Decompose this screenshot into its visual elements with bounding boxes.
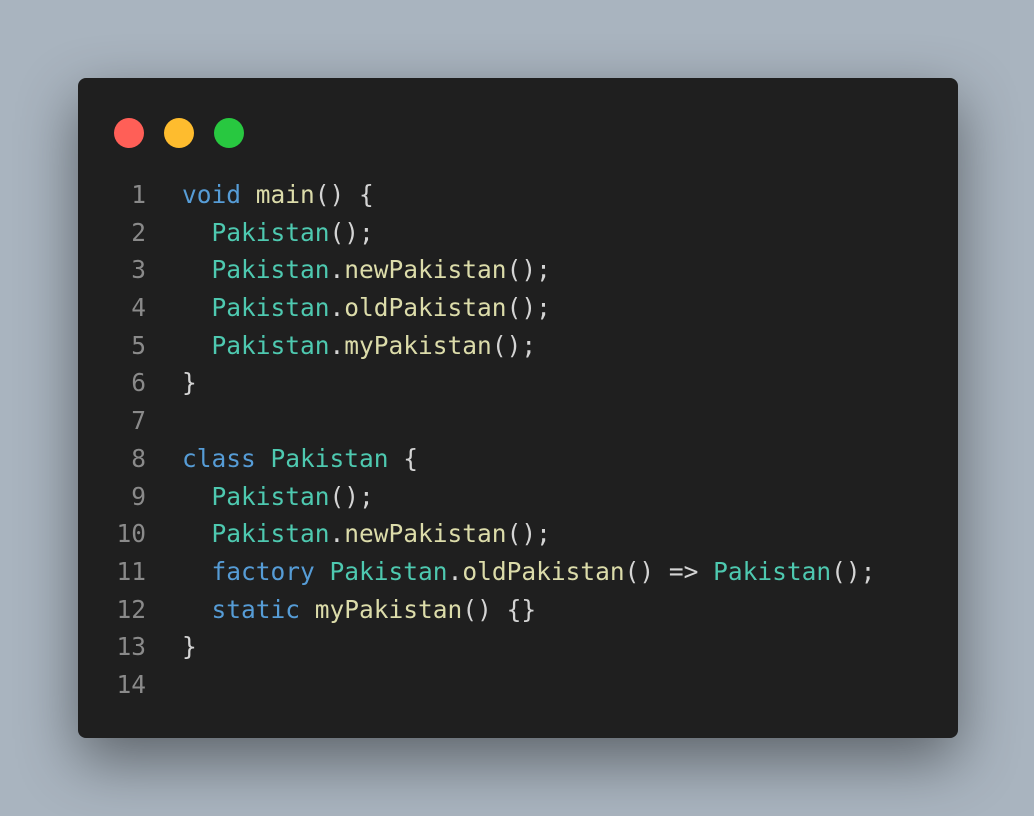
line-content (146, 666, 182, 704)
code-token-punctuation: () { (314, 180, 374, 209)
line-number: 5 (131, 330, 146, 360)
code-token-keyword: void (182, 180, 242, 209)
line-content: Pakistan.oldPakistan(); (146, 289, 551, 327)
line-number: 13 (116, 632, 146, 662)
code-token-function: oldPakistan (462, 556, 625, 586)
line-content: } (146, 364, 197, 402)
code-token-punctuation: (); (831, 556, 876, 586)
code-token-punctuation (182, 218, 212, 247)
line-number: 12 (116, 594, 146, 624)
code-token-function: myPakistan (314, 594, 463, 624)
code-token-function: newPakistan (344, 255, 507, 285)
code-token-punctuation (182, 595, 212, 624)
line-number: 14 (116, 669, 146, 699)
code-token-function: myPakistan (344, 330, 492, 360)
code-token-punctuation: (); (506, 255, 551, 285)
code-token-function: newPakistan (344, 519, 507, 549)
line-number: 2 (131, 217, 146, 247)
line-number: 6 (131, 368, 146, 398)
code-token-punctuation (182, 519, 212, 548)
code-token-type: Pakistan (211, 481, 330, 511)
window-controls (114, 118, 244, 148)
code-token-punctuation: . (329, 519, 345, 549)
code-token-type: Pakistan (211, 519, 330, 549)
code-token-type: Pakistan (211, 330, 330, 360)
close-button[interactable] (114, 118, 144, 148)
line-number: 4 (131, 293, 146, 323)
code-token-keyword: static (211, 594, 301, 624)
line-content: Pakistan.newPakistan(); (146, 251, 551, 289)
code-token-punctuation (182, 557, 212, 586)
code-token-type: Pakistan (329, 556, 448, 586)
code-line: 13} (78, 628, 958, 666)
code-token-punctuation: (); (491, 330, 537, 360)
code-token-punctuation (182, 293, 212, 322)
code-token-punctuation (315, 557, 330, 586)
code-token-punctuation (241, 180, 256, 209)
code-token-punctuation: . (329, 330, 345, 360)
code-token-function: main (255, 180, 315, 209)
line-content (146, 402, 182, 440)
line-content: void main() { (146, 176, 374, 214)
code-token-punctuation: { (388, 443, 419, 473)
code-token-punctuation: (); (329, 481, 374, 511)
code-token-function: oldPakistan (344, 293, 507, 323)
code-token-punctuation: () {} (462, 594, 537, 624)
code-token-punctuation (182, 255, 212, 284)
line-content: class Pakistan { (146, 440, 418, 478)
code-token-punctuation (300, 595, 315, 624)
code-token-punctuation: (); (329, 217, 374, 247)
line-number: 3 (131, 255, 146, 285)
code-token-punctuation (256, 444, 271, 473)
line-content: Pakistan(); (146, 214, 374, 252)
maximize-button[interactable] (214, 118, 244, 148)
code-token-keyword: factory (211, 556, 315, 586)
line-number: 11 (116, 556, 146, 586)
line-number: 1 (131, 180, 146, 209)
code-token-punctuation: } (182, 368, 197, 398)
line-content: static myPakistan() {} (146, 591, 537, 629)
code-token-punctuation: . (329, 255, 345, 285)
code-line: 14 (78, 666, 958, 704)
code-line: 6} (78, 364, 958, 402)
code-token-punctuation (182, 482, 212, 511)
code-token-punctuation: . (329, 293, 345, 323)
line-content: Pakistan(); (146, 478, 374, 516)
code-token-punctuation: () => (624, 556, 714, 586)
code-line: 7 (78, 402, 958, 440)
code-token-type: Pakistan (211, 217, 330, 247)
minimize-button[interactable] (164, 118, 194, 148)
code-token-punctuation: (); (506, 519, 551, 549)
code-line: 2 Pakistan(); (78, 214, 958, 252)
code-token-punctuation: } (182, 632, 197, 662)
code-line: 9 Pakistan(); (78, 478, 958, 516)
line-number: 7 (131, 406, 146, 436)
code-token-keyword: class (182, 443, 256, 473)
line-number: 10 (116, 519, 146, 549)
code-line: 5 Pakistan.myPakistan(); (78, 327, 958, 365)
code-line: 1 void main() { (78, 176, 958, 214)
code-token-type: Pakistan (713, 556, 832, 586)
code-token-type: Pakistan (270, 443, 389, 473)
line-content: } (146, 628, 197, 666)
line-number: 8 (131, 443, 146, 473)
code-token-punctuation (182, 331, 212, 360)
code-line: 11 factory Pakistan.oldPakistan() => Pak… (78, 553, 958, 591)
line-content: factory Pakistan.oldPakistan() => Pakist… (146, 553, 876, 591)
code-token-type: Pakistan (211, 255, 330, 285)
code-line: 12 static myPakistan() {} (78, 591, 958, 629)
line-content: Pakistan.newPakistan(); (146, 515, 551, 553)
code-line: 8 class Pakistan { (78, 440, 958, 478)
code-line: 4 Pakistan.oldPakistan(); (78, 289, 958, 327)
code-window: 1 void main() {2 Pakistan(); 3 Pakistan.ne… (78, 78, 958, 738)
code-token-punctuation: . (447, 556, 463, 586)
code-line: 10 Pakistan.newPakistan(); (78, 515, 958, 553)
line-content: Pakistan.myPakistan(); (146, 327, 537, 365)
code-token-type: Pakistan (211, 293, 330, 323)
code-editor[interactable]: 1 void main() {2 Pakistan(); 3 Pakistan.ne… (78, 176, 958, 704)
code-token-punctuation: (); (506, 293, 551, 323)
code-line: 3 Pakistan.newPakistan(); (78, 251, 958, 289)
line-number: 9 (131, 481, 146, 511)
